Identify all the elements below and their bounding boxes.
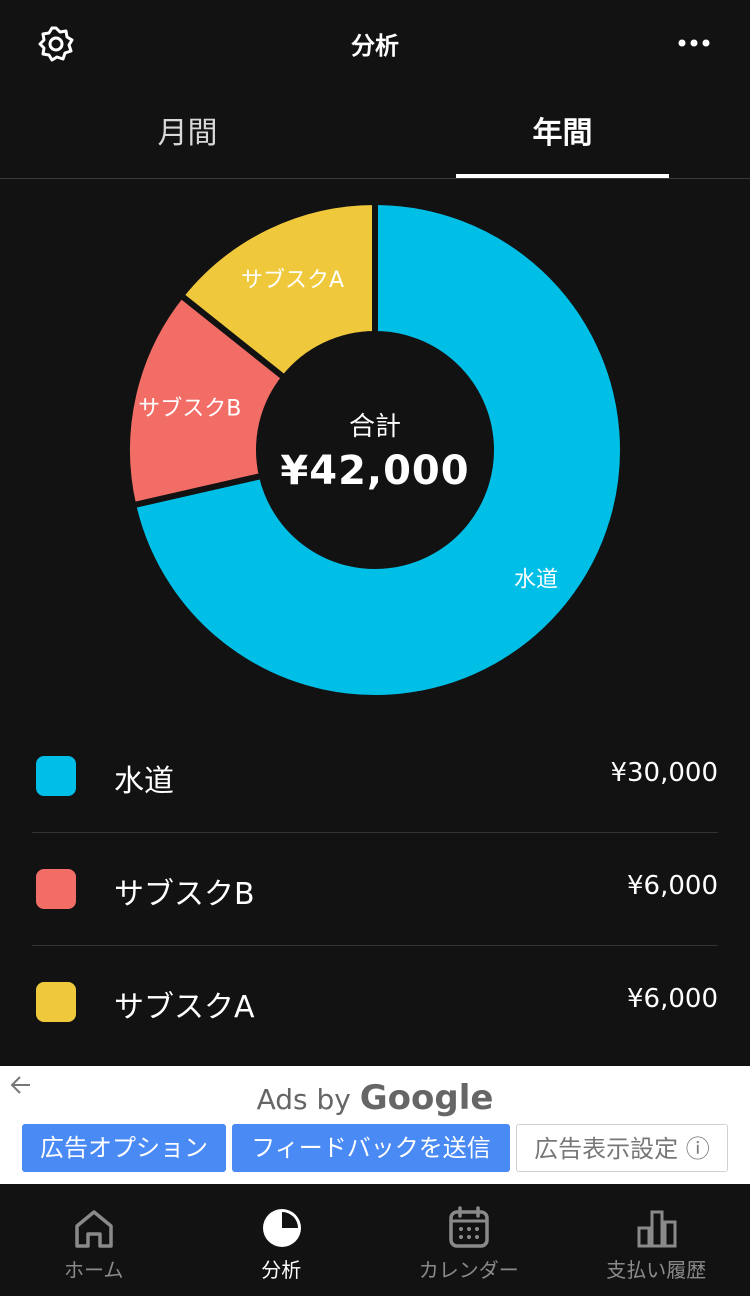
color-swatch (36, 756, 76, 796)
legend-value: ¥30,000 (610, 758, 718, 788)
more-horizontal-icon[interactable] (674, 28, 714, 58)
ad-banner: Ads by Google 広告オプション フィードバックを送信 広告表示設定 … (0, 1066, 750, 1184)
pie-chart-icon (262, 1209, 301, 1247)
list-item[interactable]: 水道 ¥30,000 (32, 720, 718, 833)
ad-options-button[interactable]: 広告オプション (22, 1124, 226, 1172)
legend-list: 水道 ¥30,000 サブスクB ¥6,000 サブスクA ¥6,000 (32, 720, 718, 1058)
top-bar: 分析 (0, 0, 750, 88)
ad-attribution: Ads by Google (0, 1078, 750, 1118)
home-icon (75, 1210, 113, 1248)
nav-label: ホーム (64, 1258, 124, 1282)
active-tab-indicator (456, 174, 669, 178)
legend-value: ¥6,000 (627, 871, 718, 901)
nav-item-home[interactable]: ホーム (0, 1184, 188, 1296)
color-swatch (36, 869, 76, 909)
ad-settings-button[interactable]: 広告表示設定 ⓘ (516, 1124, 728, 1172)
chart-center-caption: 合計 (348, 412, 401, 442)
bottom-nav: ホーム 分析 カレンダー 支払い履歴 (0, 1184, 750, 1296)
tab-yearly[interactable]: 年間 (375, 108, 750, 152)
nav-label: カレンダー (418, 1258, 519, 1282)
slice-label: 水道 (514, 567, 558, 592)
color-swatch (36, 982, 76, 1022)
bar-chart-icon (637, 1210, 676, 1248)
legend-name: サブスクA (114, 990, 255, 1025)
ad-prefix: Ads by (256, 1083, 351, 1116)
list-item[interactable]: サブスクB ¥6,000 (32, 833, 718, 946)
legend-value: ¥6,000 (627, 984, 718, 1014)
calendar-icon (449, 1206, 489, 1248)
slice-label: サブスクA (241, 268, 344, 293)
tab-monthly[interactable]: 月間 (0, 108, 375, 152)
ad-feedback-button[interactable]: フィードバックを送信 (232, 1124, 510, 1172)
chart-center-total: ¥42,000 (280, 448, 470, 494)
nav-item-payment-history[interactable]: 支払い履歴 (563, 1184, 750, 1296)
nav-label: 支払い履歴 (606, 1258, 707, 1282)
legend-name: 水道 (114, 764, 174, 799)
nav-item-analysis[interactable]: 分析 (188, 1184, 376, 1296)
donut-chart: 水道 サブスクB サブスクA 合計 ¥42,000 (0, 180, 750, 720)
list-item[interactable]: サブスクA ¥6,000 (32, 946, 718, 1058)
nav-label: 分析 (261, 1258, 302, 1282)
page-title: 分析 (351, 32, 399, 60)
nav-item-calendar[interactable]: カレンダー (375, 1184, 563, 1296)
ad-brand-logo: Google (359, 1078, 494, 1118)
period-tabs: 月間 年間 (0, 88, 750, 179)
legend-name: サブスクB (114, 877, 255, 912)
